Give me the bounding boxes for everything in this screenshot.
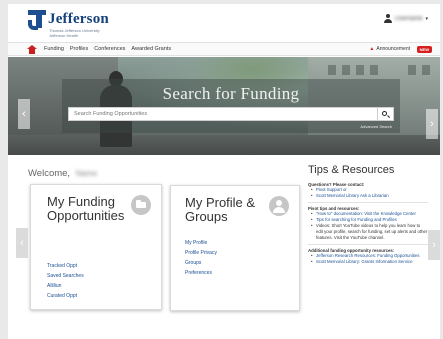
person-icon	[269, 196, 289, 216]
link-tracked-oppt[interactable]: Tracked Oppt	[47, 263, 84, 269]
hero-title: Search for Funding	[162, 84, 300, 103]
cards-next-button[interactable]: ›	[428, 230, 440, 260]
search-panel: Search for Funding Advanced Search	[62, 79, 400, 133]
user-menu[interactable]: Username ▾	[383, 14, 428, 23]
hero-banner: Search for Funding Advanced Search ‹ ›	[8, 57, 440, 155]
welcome-label: Welcome,	[28, 168, 71, 179]
funding-card-links: Tracked Oppt Saved Searches Alliliun Cur…	[47, 263, 84, 299]
carousel-prev-button[interactable]: ‹	[18, 99, 30, 129]
user-icon	[383, 14, 392, 23]
tips-videos-text[interactable]: Videos: Short YouTube videos to help you…	[311, 223, 428, 241]
nav-item-conferences[interactable]: Conferences	[94, 46, 125, 52]
profile-card-links: My Profile Profile Privacy Groups Prefer…	[185, 240, 217, 276]
nav-item-profiles[interactable]: Profiles	[70, 46, 88, 52]
nav-item-funding[interactable]: Funding	[44, 46, 64, 52]
new-badge: NEW	[416, 46, 432, 53]
welcome-user-name: Name	[75, 169, 98, 178]
screenshot-frame: Jefferson Thomas Jefferson University Je…	[0, 0, 443, 339]
brand-subtitle-2: Jefferson Health	[49, 33, 79, 38]
cards-prev-button[interactable]: ‹	[16, 228, 28, 258]
carousel-next-button[interactable]: ›	[426, 109, 438, 139]
main-nav: Funding Profiles Conferences Awarded Gra…	[8, 42, 440, 56]
search-input[interactable]	[68, 107, 378, 121]
tips-link-grants-info[interactable]: Scott Memorial Library: Grants Informati…	[311, 259, 428, 265]
funding-opportunities-card: My Funding Opportunities Tracked Oppt Sa…	[30, 184, 162, 310]
welcome-message: Welcome, Name	[28, 168, 97, 179]
page: Jefferson Thomas Jefferson University Je…	[8, 4, 440, 339]
link-preferences[interactable]: Preferences	[185, 270, 217, 276]
jefferson-logo-icon[interactable]	[28, 10, 46, 32]
link-profile-privacy[interactable]: Profile Privacy	[185, 250, 217, 256]
announcements-link[interactable]: ▲ Announcement	[369, 46, 410, 52]
link-saved-searches[interactable]: Saved Searches	[47, 273, 84, 279]
megaphone-icon: ▲	[369, 46, 375, 52]
nav-item-awarded-grants[interactable]: Awarded Grants	[131, 46, 171, 52]
announcements-label: Announcement	[376, 46, 410, 52]
tips-title: Tips & Resources	[308, 164, 395, 176]
chevron-down-icon: ▾	[425, 15, 428, 22]
tips-link-ask-librarian[interactable]: Scott Memorial Library Ask a Librarian	[311, 193, 428, 199]
brand-name[interactable]: Jefferson	[48, 11, 109, 28]
link-groups[interactable]: Groups	[185, 260, 217, 266]
link-alliliun[interactable]: Alliliun	[47, 283, 84, 289]
advanced-search-link[interactable]: Advanced Search	[360, 124, 392, 129]
search-button[interactable]	[378, 107, 394, 121]
nav-items: Funding Profiles Conferences Awarded Gra…	[44, 46, 171, 52]
link-my-profile[interactable]: My Profile	[185, 240, 217, 246]
link-curated-oppt[interactable]: Curated Oppt	[47, 293, 84, 299]
folder-icon	[131, 195, 151, 215]
user-name: Username	[394, 15, 423, 22]
tips-resources-panel: Tips & Resources Questions? Please conta…	[308, 164, 428, 265]
home-icon[interactable]	[27, 45, 37, 54]
profile-groups-card: My Profile & Groups My Profile Profile P…	[170, 185, 300, 311]
